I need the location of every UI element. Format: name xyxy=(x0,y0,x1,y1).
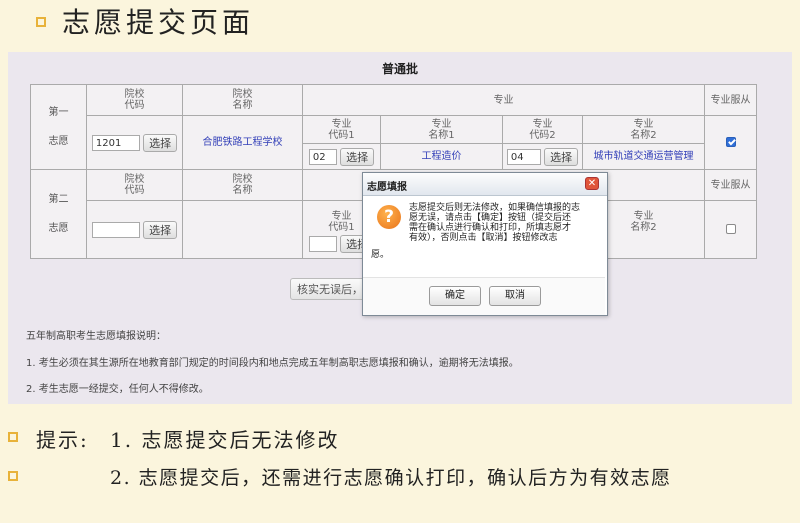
question-icon: ? xyxy=(377,205,401,229)
dialog-message-line1: 志愿提交后则无法修改，如果确信填报的志 xyxy=(409,203,581,213)
confirm-button[interactable]: 确定 xyxy=(429,286,481,306)
choice1-school-code-cell: 1201 选择 xyxy=(86,115,183,170)
major2-name: 城市轨道交通运营管理 xyxy=(582,143,705,170)
choice1-obey-cell xyxy=(704,115,757,170)
major2-code-input[interactable]: 04 xyxy=(506,148,541,165)
dialog-message-line2: 愿无误，请点击【确定】按钮（提交后还 xyxy=(409,213,572,223)
choice2-school-code-header: 院校 代码 xyxy=(86,169,183,201)
choice2-school-name-header: 院校 名称 xyxy=(182,169,303,201)
cancel-button[interactable]: 取消 xyxy=(489,286,541,306)
choice1-major-header: 专业 xyxy=(302,84,705,116)
dialog-message: 志愿提交后则无法修改，如果确信填报的志 愿无误，请点击【确定】按钮（提交后还 需… xyxy=(409,203,597,243)
choice2-label-bottom: 志愿 xyxy=(48,223,69,234)
choice1-school-code-header: 院校 代码 xyxy=(86,84,183,116)
choice2-major1-code-input[interactable] xyxy=(308,236,337,252)
tip-label: 提示: xyxy=(36,428,89,452)
dialog-body: ? 志愿提交后则无法修改，如果确信填报的志 愿无误，请点击【确定】按钮（提交后还… xyxy=(369,203,599,275)
confirm-dialog: 志愿填报 ✕ ? 志愿提交后则无法修改，如果确信填报的志 愿无误，请点击【确定】… xyxy=(362,172,608,316)
major1-name-header: 专业 名称1 xyxy=(380,115,503,144)
slide-title: 志愿提交页面 xyxy=(62,6,255,39)
major2-select-button[interactable]: 选择 xyxy=(544,147,579,166)
notes-title: 五年制高职考生志愿填报说明： xyxy=(26,331,166,342)
note-2: 2. 考生志愿一经提交，任何人不得修改。 xyxy=(26,384,209,395)
choice2-school-name xyxy=(182,200,303,259)
choice2-school-code-input[interactable] xyxy=(91,221,140,238)
major1-code-header: 专业 代码1 xyxy=(302,115,381,144)
close-icon[interactable]: ✕ xyxy=(585,177,599,190)
major2-code-cell: 04 选择 xyxy=(502,143,583,170)
choice2-school-code-cell: 选择 xyxy=(86,200,183,259)
choice1-school-name-header: 院校 名称 xyxy=(182,84,303,116)
dialog-title: 志愿填报 xyxy=(367,182,407,193)
major2-name-header: 专业 名称2 xyxy=(582,115,705,144)
choice1-label-top: 第一 xyxy=(48,107,69,118)
choice2-obey-header: 专业服从 xyxy=(704,169,757,201)
major2-code-header: 专业 代码2 xyxy=(502,115,583,144)
major1-code-cell: 02 选择 xyxy=(302,143,381,170)
choice1-school-name: 合肥铁路工程学校 xyxy=(182,115,303,170)
choice2-label: 第二 志愿 xyxy=(30,169,87,259)
choice1-label: 第一 志愿 xyxy=(30,84,87,170)
dialog-message-line3: 需在确认点进行确认和打印，所填志愿才 xyxy=(409,223,572,233)
major1-name: 工程造价 xyxy=(380,143,503,170)
title-bullet xyxy=(36,17,46,27)
choice1-label-bottom: 志愿 xyxy=(48,136,69,147)
choice2-obey-checkbox[interactable] xyxy=(725,224,736,234)
choice1-obey-checkbox[interactable] xyxy=(725,137,736,147)
choice1-obey-header: 专业服从 xyxy=(704,84,757,116)
tip-2: 2. 志愿提交后，还需进行志愿确认打印，确认后方为有效志愿 xyxy=(110,467,672,489)
dialog-footer: 确定 取消 xyxy=(363,277,605,315)
choice2-obey-cell xyxy=(704,200,757,259)
batch-title: 普通批 xyxy=(381,62,418,76)
dialog-message-line5: 愿。 xyxy=(371,250,390,260)
note-1: 1. 考生必须在其生源所在地教育部门规定的时间段内和地点完成五年制高职志愿填报和… xyxy=(26,358,519,369)
tip-bullet-1 xyxy=(8,432,18,442)
major1-select-button[interactable]: 选择 xyxy=(340,147,375,166)
major1-code-input[interactable]: 02 xyxy=(308,148,337,165)
choice2-label-top: 第二 xyxy=(48,194,69,205)
tip-bullet-2 xyxy=(8,471,18,481)
tip-1: 1. 志愿提交后无法修改 xyxy=(110,428,340,452)
choice2-school-select-button[interactable]: 选择 xyxy=(143,220,178,239)
dialog-titlebar[interactable]: 志愿填报 ✕ xyxy=(363,173,607,196)
choice1-school-select-button[interactable]: 选择 xyxy=(143,133,178,152)
dialog-message-line4: 有效），否则点击【取消】按钮修改志 xyxy=(409,233,558,243)
choice1-school-code-input[interactable]: 1201 xyxy=(91,134,140,151)
